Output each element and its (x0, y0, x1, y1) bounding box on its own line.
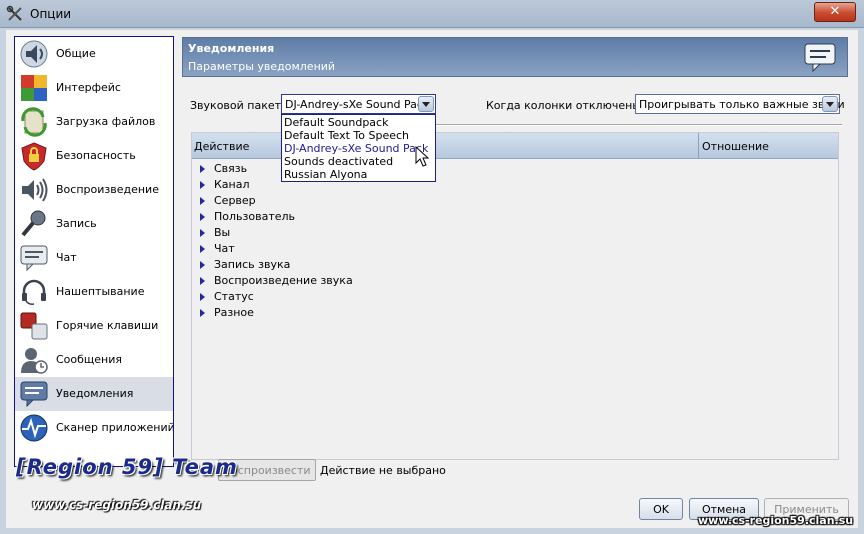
padlock-icon (21, 142, 47, 171)
sidebar-item-label: Чат (56, 251, 77, 264)
palette-grid-icon (21, 75, 47, 101)
sidebar-item-label: Общие (56, 47, 96, 60)
section-header: Уведомления Параметры уведомлений (182, 37, 848, 77)
expand-arrow-icon[interactable] (200, 181, 205, 189)
tree-row-label: Статус (214, 290, 254, 303)
soundpack-label: Звуковой пакет: (190, 99, 285, 112)
notification-bubble-icon (20, 381, 48, 408)
chevron-down-icon[interactable] (418, 96, 434, 112)
sidebar-item-label: Нашептывание (56, 285, 145, 298)
expand-arrow-icon[interactable] (200, 277, 205, 285)
sidebar-item-label: Загрузка файлов (56, 115, 156, 128)
column-header-relation[interactable]: Отношение (702, 140, 769, 153)
sidebar: Общие Интерфейс Загрузка файлов Безопасн… (14, 36, 174, 467)
chat-bubble-icon (20, 245, 48, 272)
sidebar-item-label: Интерфейс (56, 81, 121, 94)
sidebar-item-interface[interactable]: Интерфейс (15, 71, 173, 105)
soundpack-value: DJ-Andrey-sXe Sound Pack (285, 98, 430, 111)
sidebar-item-general[interactable]: Общие (15, 37, 173, 71)
sidebar-item-label: Горячие клавиши (56, 319, 159, 332)
tree-row-label: Пользователь (214, 210, 296, 223)
sidebar-item-playback[interactable]: Воспроизведение (15, 173, 173, 207)
sidebar-item-file-transfer[interactable]: Загрузка файлов (15, 105, 173, 139)
tree-row-label: Связь (214, 162, 248, 175)
sidebar-item-recording[interactable]: Запись (15, 207, 173, 241)
sidebar-item-notifications[interactable]: Уведомления (15, 377, 173, 411)
expand-arrow-icon[interactable] (200, 293, 205, 301)
expand-arrow-icon[interactable] (200, 213, 205, 221)
soundpack-dropdown-list: Default Soundpack Default Text To Speech… (281, 114, 436, 182)
expand-arrow-icon[interactable] (200, 197, 205, 205)
ok-button-label: OK (653, 503, 669, 516)
headset-icon (22, 279, 46, 305)
sidebar-item-label: Запись (56, 217, 97, 230)
watermark-site-right: www.cs-region59.clan.su (698, 514, 854, 527)
tree-row-label: Сервер (214, 194, 256, 207)
notification-bubble-icon (804, 43, 836, 73)
watermark-site-left: www.cs-region59.clan.su (32, 498, 202, 512)
soundpack-select[interactable]: DJ-Andrey-sXe Sound Pack (281, 94, 436, 114)
title-bar: Опции ✕ (0, 0, 864, 28)
sidebar-item-messages[interactable]: Сообщения (15, 343, 173, 377)
chevron-down-icon[interactable] (822, 96, 838, 112)
close-button[interactable]: ✕ (814, 2, 856, 22)
sidebar-item-whisper[interactable]: Нашептывание (15, 275, 173, 309)
speaker-waves-icon (22, 178, 48, 202)
window-title: Опции (30, 7, 72, 21)
status-text: Действие не выбрано (320, 464, 446, 477)
tree-row-label: Канал (214, 178, 250, 191)
sidebar-item-label: Воспроизведение (56, 183, 159, 196)
column-divider[interactable] (698, 133, 699, 159)
column-header-action[interactable]: Действие (194, 140, 249, 153)
watermark-team: [Region 59] Team (16, 455, 238, 479)
app-scanner-icon (20, 414, 48, 442)
sidebar-item-label: Безопасность (56, 149, 136, 162)
tree-row-label: Чат (214, 242, 235, 255)
tree-row-label: Воспроизведение звука (214, 274, 353, 287)
tree-row-label: Разное (214, 306, 254, 319)
speakers-off-label: Когда колонки отключены: (486, 99, 645, 112)
user-messages-icon (21, 348, 48, 374)
section-title: Уведомления (188, 42, 275, 55)
sidebar-item-security[interactable]: Безопасность (15, 139, 173, 173)
tree-row-label: Вы (214, 226, 231, 239)
options-dialog: Общие Интерфейс Загрузка файлов Безопасн… (6, 30, 858, 528)
tree-row-label: Запись звука (214, 258, 291, 271)
sidebar-item-label: Сообщения (56, 353, 123, 366)
expand-arrow-icon[interactable] (200, 229, 205, 237)
speaker-info-icon (20, 40, 48, 68)
file-transfer-icon (21, 107, 47, 137)
speakers-off-value: Проигрывать только важные звуки (639, 98, 845, 111)
sidebar-item-hotkeys[interactable]: Горячие клавиши (15, 309, 173, 343)
hotkeys-icon (20, 312, 48, 340)
sidebar-item-label: Уведомления (56, 387, 134, 400)
sidebar-item-app-scanner[interactable]: Сканер приложений (15, 411, 173, 445)
tools-icon (6, 5, 22, 21)
close-icon: ✕ (829, 4, 841, 19)
expand-arrow-icon[interactable] (200, 309, 205, 317)
section-subtitle: Параметры уведомлений (188, 60, 336, 73)
expand-arrow-icon[interactable] (200, 261, 205, 269)
dropdown-option-highlighted[interactable]: DJ-Andrey-sXe Sound Pack (284, 142, 428, 155)
ok-button[interactable]: OK (639, 498, 683, 520)
expand-arrow-icon[interactable] (200, 165, 205, 173)
sidebar-item-chat[interactable]: Чат (15, 241, 173, 275)
mouse-pointer-icon (415, 146, 430, 167)
dropdown-option[interactable]: Sounds deactivated (284, 155, 393, 168)
dropdown-option[interactable]: Russian Alyona (284, 168, 367, 181)
microphone-icon (21, 210, 46, 237)
speakers-off-select[interactable]: Проигрывать только важные звуки (635, 94, 845, 114)
expand-arrow-icon[interactable] (200, 245, 205, 253)
dropdown-option[interactable]: Default Text To Speech (284, 129, 409, 142)
sidebar-item-label: Сканер приложений (56, 421, 174, 434)
dropdown-option[interactable]: Default Soundpack (284, 116, 388, 129)
